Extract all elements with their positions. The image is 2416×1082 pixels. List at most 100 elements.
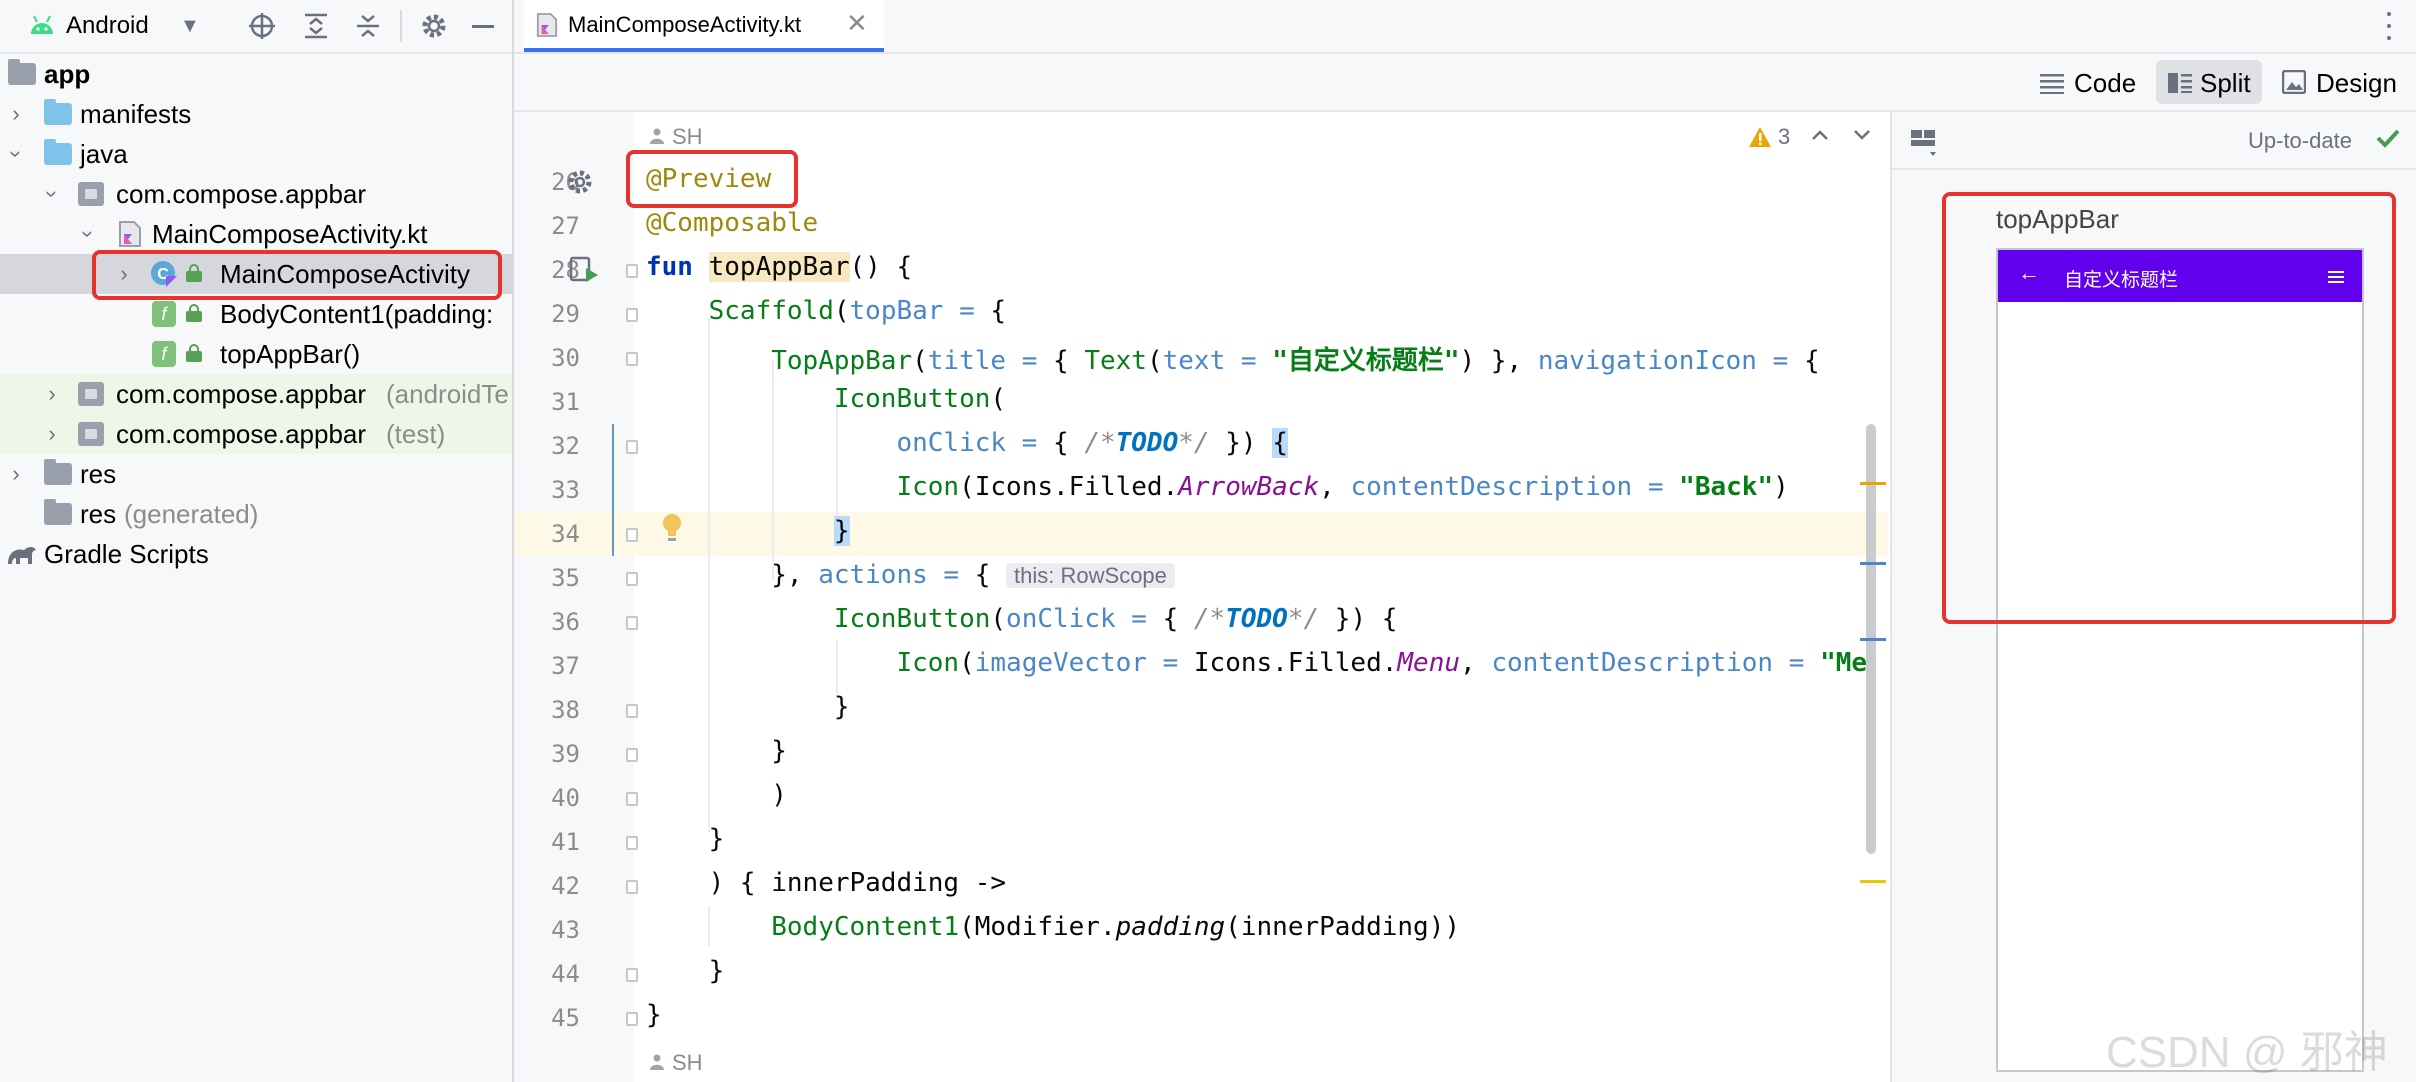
warning-icon[interactable] bbox=[1748, 126, 1772, 148]
fold-marker[interactable] bbox=[626, 572, 638, 586]
tree-item-fn-topbar[interactable]: f topAppBar() bbox=[0, 334, 512, 374]
chevron-down-icon[interactable]: › bbox=[68, 224, 108, 244]
more-options-icon[interactable] bbox=[2386, 12, 2392, 42]
chevron-right-icon[interactable]: › bbox=[42, 374, 62, 414]
gear-icon[interactable] bbox=[420, 12, 448, 40]
locate-icon[interactable] bbox=[248, 12, 276, 40]
fold-marker[interactable] bbox=[626, 968, 638, 982]
code-line[interactable]: IconButton(onClick = { /*TODO*/ }) { bbox=[646, 604, 1398, 634]
expand-all-icon[interactable] bbox=[302, 12, 330, 40]
code-line[interactable]: ) { innerPadding -> bbox=[646, 868, 1006, 898]
tree-item-package-main[interactable]: › com.compose.appbar bbox=[0, 174, 512, 214]
code-line[interactable]: Icon(Icons.Filled.ArrowBack, contentDesc… bbox=[646, 472, 1788, 502]
fold-marker[interactable] bbox=[626, 264, 638, 278]
warning-marker[interactable] bbox=[1860, 880, 1886, 883]
param-name: navigationIcon bbox=[1537, 346, 1757, 376]
chevron-up-icon[interactable] bbox=[1810, 128, 1830, 142]
info-marker[interactable] bbox=[1860, 638, 1886, 641]
code-mode-button[interactable]: Code bbox=[2038, 62, 2148, 102]
code-author-bottom: SH bbox=[672, 1050, 703, 1075]
param-name: imageVector bbox=[974, 648, 1147, 678]
run-preview-icon[interactable] bbox=[570, 256, 600, 284]
composable-call: Icon bbox=[896, 472, 960, 502]
code-line[interactable]: } bbox=[646, 1000, 662, 1030]
code-line[interactable]: } bbox=[646, 824, 725, 854]
code-line[interactable]: TopAppBar(title = { Text(text = "自定义标题栏"… bbox=[646, 340, 1819, 377]
highlight-box-preview-render bbox=[1942, 192, 2396, 624]
todo-comment: TODO bbox=[1225, 604, 1288, 634]
line-number: 41 bbox=[551, 828, 580, 856]
fold-marker[interactable] bbox=[626, 352, 638, 366]
chevron-down-icon[interactable] bbox=[1852, 128, 1872, 142]
code-line[interactable]: } bbox=[646, 516, 850, 546]
chevron-right-icon[interactable]: › bbox=[6, 454, 26, 494]
composable-call: Text bbox=[1084, 346, 1147, 376]
collapse-all-icon[interactable] bbox=[354, 12, 382, 40]
design-mode-button[interactable]: Design bbox=[2280, 62, 2410, 102]
warning-marker[interactable] bbox=[1860, 482, 1886, 485]
code-line[interactable]: IconButton( bbox=[646, 384, 1006, 414]
fold-marker[interactable] bbox=[626, 1012, 638, 1026]
tree-item-gradle[interactable]: Gradle Scripts bbox=[0, 534, 512, 574]
tree-item-package-android-test[interactable]: › com.compose.appbar (androidTe bbox=[0, 374, 512, 414]
tree-item-file-kt[interactable]: › MainComposeActivity.kt bbox=[0, 214, 512, 254]
project-view-selector[interactable]: Android bbox=[66, 12, 149, 40]
tree-item-label: res bbox=[80, 499, 117, 529]
info-marker[interactable] bbox=[1860, 562, 1886, 565]
tree-item-label: app bbox=[44, 59, 91, 89]
tree-item-manifests[interactable]: › manifests bbox=[0, 94, 512, 134]
fold-marker[interactable] bbox=[626, 616, 638, 630]
split-mode-button[interactable]: Split bbox=[2156, 60, 2262, 104]
fold-marker[interactable] bbox=[626, 440, 638, 454]
icons-ref: Icons.Filled. bbox=[974, 472, 1179, 502]
chevron-right-icon[interactable]: › bbox=[42, 414, 62, 454]
fold-marker[interactable] bbox=[626, 792, 638, 806]
preview-layout-icon[interactable] bbox=[1910, 128, 1940, 158]
view-mode-bar: Code Split Design bbox=[514, 54, 2416, 112]
code-line[interactable]: } bbox=[646, 736, 787, 766]
fold-marker[interactable] bbox=[626, 836, 638, 850]
package-icon bbox=[78, 382, 104, 406]
package-icon bbox=[78, 422, 104, 446]
lock-icon bbox=[186, 344, 202, 362]
tree-item-res-generated[interactable]: res (generated) bbox=[0, 494, 512, 534]
module-folder-icon bbox=[8, 59, 36, 85]
code-line[interactable]: Scaffold(topBar = { bbox=[646, 296, 1006, 326]
tree-item-java[interactable]: › java bbox=[0, 134, 512, 174]
minimize-icon[interactable] bbox=[472, 25, 494, 28]
code-line[interactable]: fun topAppBar() { bbox=[646, 252, 912, 282]
image-icon bbox=[2282, 70, 2306, 94]
chevron-down-icon[interactable]: › bbox=[32, 184, 72, 204]
chevron-down-icon[interactable]: › bbox=[0, 144, 36, 164]
tree-item-suffix: (generated) bbox=[124, 499, 259, 529]
code-line[interactable]: @Composable bbox=[646, 208, 818, 238]
code-line[interactable]: ) bbox=[646, 780, 787, 810]
close-icon[interactable]: ✕ bbox=[846, 8, 868, 39]
fold-marker[interactable] bbox=[626, 748, 638, 762]
lambda-param: innerPadding bbox=[1240, 912, 1429, 942]
chevron-down-icon[interactable]: ▼ bbox=[180, 0, 200, 52]
fold-marker[interactable] bbox=[626, 880, 638, 894]
code-line[interactable]: } bbox=[646, 956, 725, 986]
tree-item-fn-body[interactable]: f BodyContent1(padding: bbox=[0, 294, 512, 334]
code-line[interactable]: BodyContent1(Modifier.padding(innerPaddi… bbox=[646, 912, 1460, 942]
tree-item-app[interactable]: app bbox=[0, 54, 512, 94]
fold-marker[interactable] bbox=[626, 528, 638, 542]
split-mode-label: Split bbox=[2200, 68, 2251, 98]
tab-main-compose-activity[interactable]: MainComposeActivity.kt ✕ bbox=[524, 0, 884, 52]
tree-item-res[interactable]: › res bbox=[0, 454, 512, 494]
param-name: contentDescription bbox=[1491, 648, 1774, 678]
preview-settings-gear-icon[interactable] bbox=[566, 168, 594, 196]
tree-item-label: com.compose.appbar bbox=[116, 179, 367, 209]
tree-item-package-test[interactable]: › com.compose.appbar (test) bbox=[0, 414, 512, 454]
line-number: 30 bbox=[551, 344, 580, 372]
fold-marker[interactable] bbox=[626, 308, 638, 322]
code-line[interactable]: onClick = { /*TODO*/ }) { bbox=[646, 428, 1288, 458]
code-line[interactable]: }, actions = { this: RowScope bbox=[646, 560, 1175, 590]
fold-marker[interactable] bbox=[626, 704, 638, 718]
chevron-right-icon[interactable]: › bbox=[6, 94, 26, 134]
resource-folder-icon bbox=[44, 499, 72, 525]
code-line[interactable]: Icon(imageVector = Icons.Filled.Menu, co… bbox=[646, 648, 1867, 678]
line-number: 32 bbox=[551, 432, 580, 460]
code-line[interactable]: } bbox=[646, 692, 850, 722]
